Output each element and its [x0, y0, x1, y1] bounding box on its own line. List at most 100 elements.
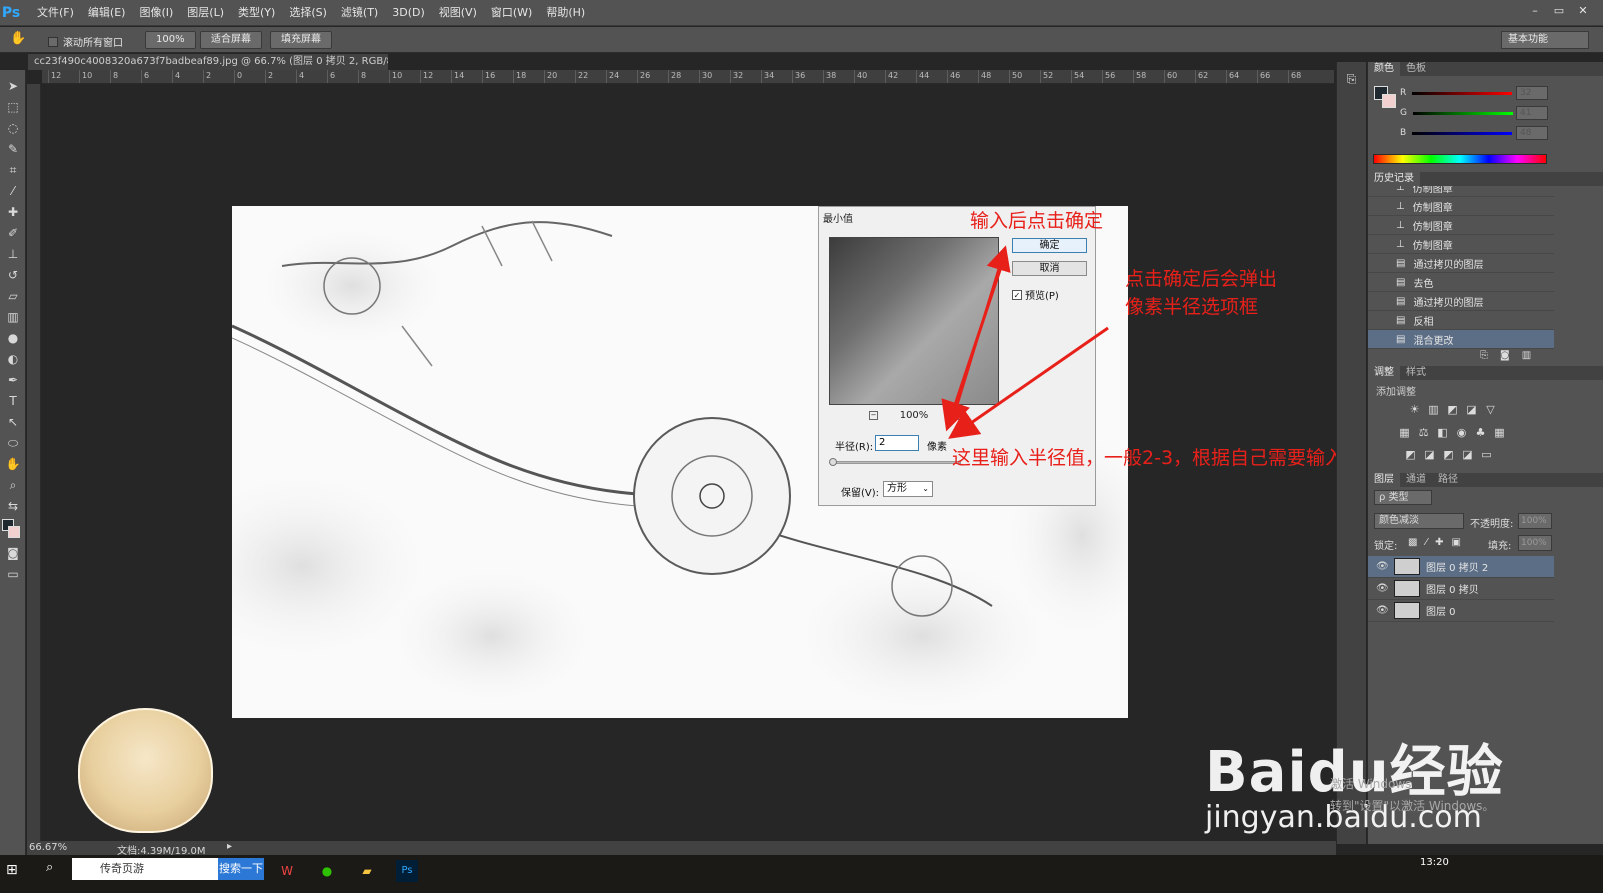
tab-swatches[interactable]: 色板	[1400, 62, 1432, 76]
lock-all-icon[interactable]: ▣	[1452, 537, 1461, 548]
lock-move-icon[interactable]: ✚	[1435, 537, 1443, 548]
gradient-map-icon[interactable]: ▭	[1480, 448, 1493, 461]
stamp-icon: ⊥	[1396, 186, 1405, 193]
taskbar-search-button[interactable]: 搜索一下	[218, 858, 264, 880]
zoom-level[interactable]: 66.67%	[29, 842, 67, 853]
layers-list: 👁 图层 0 拷贝 2 👁 图层 0 拷贝 👁 图层 0	[1368, 556, 1554, 626]
layer-thumbnail	[1394, 602, 1420, 619]
layer-thumbnail	[1394, 558, 1420, 575]
green-slider-track[interactable]	[1412, 111, 1513, 115]
chevron-right-icon[interactable]: ▸	[227, 841, 232, 852]
tab-color[interactable]: 颜色	[1368, 62, 1400, 76]
document-icon: ▤	[1396, 295, 1406, 307]
photoshop-taskbar-icon[interactable]: Ps	[396, 860, 418, 882]
blue-label: B	[1400, 128, 1407, 138]
windows-activation-hint: 转到"设置"以激活 Windows。	[1330, 799, 1495, 813]
stamp-icon: ⊥	[1396, 238, 1405, 250]
system-clock[interactable]: 13:20	[1420, 857, 1449, 868]
adjustment-row-1: ☀ ▥ ◩ ◪ ▽	[1408, 403, 1497, 416]
history-item[interactable]: ⊥ 仿制图章	[1368, 216, 1554, 235]
black-white-icon[interactable]: ◧	[1436, 426, 1449, 439]
opacity-label: 不透明度:	[1470, 519, 1514, 530]
arrow-up-to-ok	[950, 245, 1011, 423]
red-label: R	[1400, 88, 1407, 98]
avatar	[78, 708, 213, 833]
brightness-icon[interactable]: ☀	[1408, 403, 1421, 416]
tab-layers[interactable]: 图层	[1368, 473, 1400, 487]
red-value[interactable]: 32	[1516, 86, 1548, 100]
selective-color-icon[interactable]: ◪	[1461, 448, 1474, 461]
lock-brush-icon[interactable]: ⁄	[1425, 537, 1427, 548]
file-explorer-icon[interactable]: ▰	[356, 860, 378, 882]
windows-start-icon[interactable]: ⊞	[6, 862, 18, 878]
history-list: ⊥ 仿制图章 ⊥ 仿制图章 ⊥ 仿制图章 ⊥ 仿制图章 ▤ 通过拷贝的图层 ▤ 去色 ▤ 通过…	[1368, 186, 1554, 352]
color-panel-tabs: 颜色 色板	[1368, 62, 1603, 76]
document-icon: ▤	[1396, 276, 1406, 288]
annotation-click-ok: 输入后点击确定	[970, 210, 1104, 232]
trash-icon[interactable]: ▥	[1522, 350, 1531, 361]
color-balance-icon[interactable]: ⚖	[1417, 426, 1430, 439]
red-slider-track[interactable]	[1412, 91, 1513, 95]
eye-icon[interactable]: 👁	[1376, 583, 1389, 594]
opacity-value[interactable]: 100%	[1518, 513, 1552, 529]
arrow-to-radius	[948, 326, 1109, 439]
history-actions: ⎘ ◙ ▥	[1480, 350, 1531, 361]
green-label: G	[1400, 108, 1407, 118]
history-item[interactable]: ▤ 去色	[1368, 273, 1554, 292]
hue-saturation-icon[interactable]: ▦	[1398, 426, 1411, 439]
blue-slider-track[interactable]	[1412, 131, 1513, 135]
history-item[interactable]: ⊥ 仿制图章	[1368, 186, 1554, 197]
invert-icon[interactable]: ◩	[1404, 448, 1417, 461]
history-item[interactable]: ⊥ 仿制图章	[1368, 197, 1554, 216]
history-panel-tabs: 历史记录	[1368, 172, 1603, 186]
lock-pixels-icon[interactable]: ▩	[1408, 537, 1417, 548]
document-icon: ▤	[1396, 333, 1406, 345]
levels-icon[interactable]: ▥	[1427, 403, 1440, 416]
curves-icon[interactable]: ◩	[1446, 403, 1459, 416]
new-document-icon[interactable]: ⎘	[1480, 350, 1488, 361]
blend-mode-select[interactable]: 颜色减淡	[1374, 513, 1464, 529]
history-item[interactable]: ⊥ 仿制图章	[1368, 235, 1554, 254]
windows-activation-title: 激活 Windows	[1330, 777, 1412, 791]
history-panel-icon[interactable]: ⎘	[1343, 72, 1361, 90]
tab-styles[interactable]: 样式	[1400, 366, 1432, 380]
wechat-app-icon[interactable]: ●	[316, 860, 338, 882]
history-item[interactable]: ▤ 反相	[1368, 311, 1554, 330]
fill-value[interactable]: 100%	[1518, 535, 1552, 551]
posterize-icon[interactable]: ◪	[1423, 448, 1436, 461]
layers-panel-tabs: 图层 通道 路径	[1368, 473, 1603, 487]
history-item[interactable]: ▤ 通过拷贝的图层	[1368, 254, 1554, 273]
blue-value[interactable]: 48	[1516, 126, 1548, 140]
tab-adjustments[interactable]: 调整	[1368, 366, 1400, 380]
taskbar-search-input[interactable]: 传奇页游	[72, 858, 218, 880]
document-icon: ▤	[1396, 314, 1406, 326]
stamp-icon: ⊥	[1396, 200, 1405, 212]
channel-mixer-icon[interactable]: ♣	[1474, 426, 1487, 439]
history-item[interactable]: ▤ 通过拷贝的图层	[1368, 292, 1554, 311]
green-value[interactable]: 41	[1516, 106, 1548, 120]
layer-row-active[interactable]: 👁 图层 0 拷贝 2	[1368, 556, 1554, 578]
wps-app-icon[interactable]: W	[276, 860, 298, 882]
vibrance-icon[interactable]: ▽	[1484, 403, 1497, 416]
layer-thumbnail	[1394, 580, 1420, 597]
layer-row[interactable]: 👁 图层 0 拷贝	[1368, 578, 1554, 600]
color-lookup-icon[interactable]: ▦	[1493, 426, 1506, 439]
search-icon[interactable]: ⌕	[46, 860, 53, 875]
snapshot-icon[interactable]: ◙	[1500, 350, 1510, 361]
exposure-icon[interactable]: ◪	[1465, 403, 1478, 416]
tab-history[interactable]: 历史记录	[1368, 172, 1420, 186]
stamp-icon: ⊥	[1396, 219, 1405, 231]
tab-paths[interactable]: 路径	[1432, 473, 1464, 487]
baidu-watermark: Baidu经验	[1205, 740, 1504, 805]
annotation-radius-hint: 这里输入半径值，一般2-3，根据自己需要输入	[952, 447, 1345, 469]
layer-filter-select[interactable]: ρ 类型	[1374, 490, 1432, 505]
eye-icon[interactable]: 👁	[1376, 605, 1389, 616]
layer-row[interactable]: 👁 图层 0	[1368, 600, 1554, 622]
color-spectrum[interactable]	[1373, 154, 1547, 164]
eye-icon[interactable]: 👁	[1376, 561, 1389, 572]
threshold-icon[interactable]: ◩	[1442, 448, 1455, 461]
tab-channels[interactable]: 通道	[1400, 473, 1432, 487]
history-item-active[interactable]: ▤ 混合更改	[1368, 330, 1554, 349]
photo-filter-icon[interactable]: ◉	[1455, 426, 1468, 439]
background-color-swatch[interactable]	[1382, 94, 1396, 108]
